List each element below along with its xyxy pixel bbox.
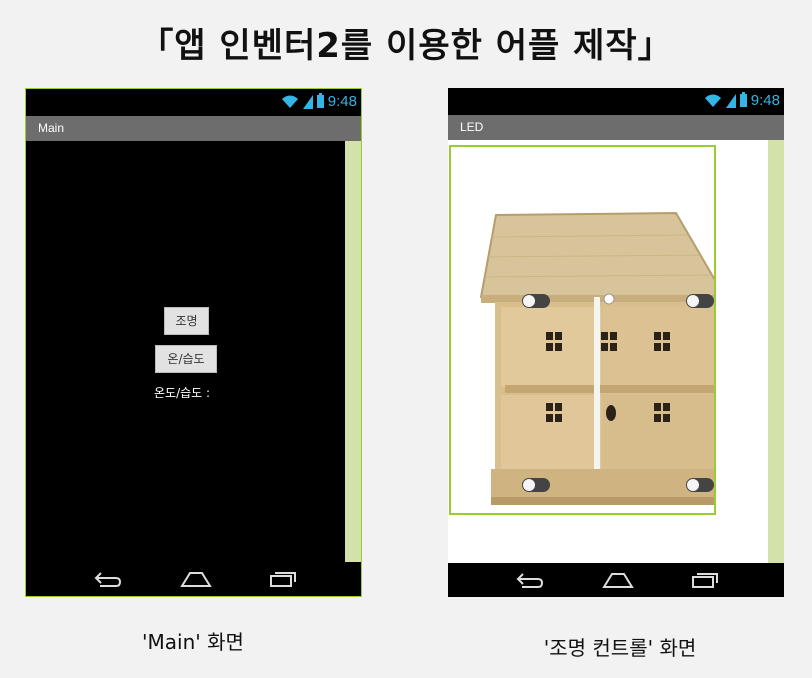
screen-scroll-strip — [345, 141, 361, 562]
light-button[interactable]: 조명 — [164, 307, 209, 335]
nav-bar — [26, 562, 361, 596]
nav-bar — [448, 563, 784, 597]
screen-title-bar: LED — [448, 115, 784, 140]
signal-icon — [302, 94, 313, 109]
slide-title: 「앱 인벤터2를 이용한 어플 제작」 — [139, 26, 673, 66]
led-screen-phone: 9:48 LED — [448, 88, 784, 597]
main-screen-phone: 9:48 Main 조명 온/습도 온도/습도 : — [25, 88, 362, 597]
light-toggle-top-right[interactable] — [685, 293, 715, 309]
battery-icon — [316, 93, 324, 108]
recent-apps-icon[interactable] — [691, 570, 721, 590]
status-bar: 9:48 — [448, 88, 784, 115]
wifi-icon — [704, 94, 721, 107]
back-icon[interactable] — [92, 569, 122, 589]
status-time: 9:48 — [327, 93, 357, 110]
status-time: 9:48 — [750, 92, 780, 109]
house-image-frame — [449, 145, 716, 515]
temp-humidity-label: 온도/습도 : — [154, 386, 211, 400]
led-screen-content — [448, 140, 769, 563]
main-screen-content: 조명 온/습도 온도/습도 : — [26, 141, 347, 562]
recent-apps-icon[interactable] — [269, 569, 299, 589]
light-toggle-bottom-right[interactable] — [685, 477, 715, 493]
led-screen-caption: '조명 컨트롤' 화면 — [543, 636, 697, 660]
home-icon[interactable] — [180, 569, 212, 589]
dollhouse-image — [479, 211, 714, 505]
temp-humidity-button[interactable]: 온/습도 — [155, 345, 217, 373]
wifi-icon — [281, 95, 298, 108]
main-screen-caption: 'Main' 화면 — [142, 630, 244, 654]
light-toggle-bottom-left[interactable] — [521, 477, 551, 493]
screen-scroll-strip — [768, 140, 784, 563]
battery-icon — [739, 92, 747, 107]
back-icon[interactable] — [514, 570, 544, 590]
status-bar: 9:48 — [26, 89, 361, 116]
signal-icon — [725, 93, 736, 108]
screen-title-bar: Main — [26, 116, 361, 141]
light-toggle-top-left[interactable] — [521, 293, 551, 309]
home-icon[interactable] — [602, 570, 634, 590]
